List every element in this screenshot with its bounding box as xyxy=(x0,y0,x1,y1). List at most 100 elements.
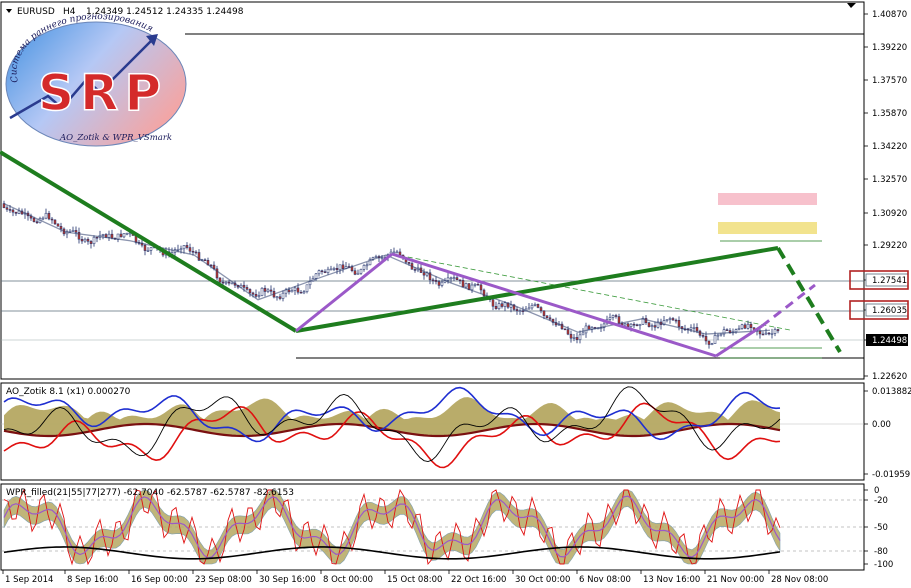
time-tick-label: 30 Oct 00:00 xyxy=(515,575,570,585)
candle-body xyxy=(395,251,399,254)
candle-body xyxy=(461,280,465,288)
ao-axis: 0.013882 0.00 -0.01959 xyxy=(864,387,911,480)
candle-body xyxy=(227,281,231,284)
candle-body xyxy=(95,236,99,239)
candle-body xyxy=(707,340,711,345)
candle-body xyxy=(470,284,474,291)
candle-body xyxy=(185,245,189,248)
header-symbol: EURUSD xyxy=(17,7,55,17)
candle-body xyxy=(623,323,627,326)
candle-body xyxy=(494,306,498,309)
candle-body xyxy=(218,277,222,283)
candle-body xyxy=(323,271,327,273)
candle-body xyxy=(587,325,591,330)
candle-body xyxy=(86,238,90,242)
candle-body xyxy=(314,273,318,279)
candle-body xyxy=(176,249,180,251)
candle-body xyxy=(296,287,300,293)
candle-body xyxy=(527,307,531,310)
candle-body xyxy=(47,212,51,220)
candle-body xyxy=(407,261,411,264)
candle-body xyxy=(440,281,444,286)
candle-body xyxy=(545,315,549,319)
candle-body xyxy=(770,333,774,335)
time-tick-label: 23 Sep 08:00 xyxy=(195,575,252,585)
candle-body xyxy=(764,332,768,335)
candle-body xyxy=(143,244,147,251)
candle-body xyxy=(35,221,39,224)
candle-body xyxy=(449,277,453,280)
time-tick-label: 6 Nov 08:00 xyxy=(579,575,631,585)
price-tick-label: 1.37570 xyxy=(872,76,907,86)
candle-body xyxy=(398,251,402,256)
candle-body xyxy=(260,287,264,296)
candle-body xyxy=(761,333,765,336)
candle-body xyxy=(473,283,477,286)
time-tick-label: 1 Sep 2014 xyxy=(5,575,53,585)
candle-body xyxy=(242,284,246,288)
candle-body xyxy=(653,325,657,328)
candle-body xyxy=(716,334,720,337)
candle-body xyxy=(188,247,192,252)
price-tick-label: 1.24498 xyxy=(872,336,907,346)
candle-body xyxy=(578,334,582,340)
target-zone-yellow xyxy=(718,222,817,234)
price-tick-label: 1.39220 xyxy=(872,43,907,53)
candle-body xyxy=(518,310,522,312)
time-tick-label: 13 Nov 16:00 xyxy=(643,575,700,585)
candle-body xyxy=(608,317,612,320)
candle-body xyxy=(629,323,633,327)
candle-body xyxy=(497,303,501,309)
candle-body xyxy=(281,292,285,299)
candle-body xyxy=(710,343,714,345)
candle-body xyxy=(548,317,552,320)
candle-body xyxy=(533,304,537,306)
candle-body xyxy=(335,268,339,271)
candle-body xyxy=(767,332,771,335)
candle-body xyxy=(611,315,615,318)
candle-body xyxy=(536,304,540,308)
wpr-tick-label: -50 xyxy=(874,523,888,533)
ao-panel-label: AO_Zotik 8.1 (x1) 0.000270 xyxy=(6,387,131,397)
candle-body xyxy=(725,329,729,331)
candle-body xyxy=(581,332,585,336)
candle-body xyxy=(257,295,261,297)
candle-body xyxy=(305,284,309,292)
candle-body xyxy=(146,250,150,252)
candle-body xyxy=(713,335,717,344)
wpr-tick-label: -100 xyxy=(874,560,893,570)
candle-body xyxy=(8,209,12,211)
candle-body xyxy=(773,329,777,334)
candle-body xyxy=(617,316,621,324)
candle-body xyxy=(455,277,459,281)
candle-body xyxy=(542,310,546,316)
candle-body xyxy=(74,230,78,233)
candle-body xyxy=(422,272,426,276)
price-tick-label: 1.32570 xyxy=(872,175,907,185)
candle-body xyxy=(317,270,321,275)
time-tick-label: 30 Sep 16:00 xyxy=(259,575,316,585)
candle-body xyxy=(221,281,225,284)
candle-body xyxy=(263,287,267,292)
candle-body xyxy=(737,328,741,330)
time-axis: 1 Sep 2014 8 Sep 16:00 16 Sep 00:00 23 Sep … xyxy=(2,570,828,585)
candle-body xyxy=(740,324,744,329)
candle-body xyxy=(59,226,63,230)
wpr-axis: 0-20 -50 -80 -100 xyxy=(864,486,893,570)
price-tick-label: 1.22620 xyxy=(872,372,907,382)
candle-body xyxy=(338,264,342,271)
candle-body xyxy=(92,236,96,244)
candle-body xyxy=(266,289,270,292)
candle-body xyxy=(203,259,207,262)
candle-body xyxy=(101,234,105,236)
candle-body xyxy=(329,268,333,271)
candle-body xyxy=(674,319,678,322)
candle-body xyxy=(392,251,396,254)
candle-body xyxy=(269,289,273,292)
candle-body xyxy=(302,291,306,294)
candle-body xyxy=(746,323,750,329)
candle-body xyxy=(584,325,588,334)
candle-body xyxy=(530,305,534,309)
candle-body xyxy=(677,320,681,327)
candle-body xyxy=(503,302,507,307)
